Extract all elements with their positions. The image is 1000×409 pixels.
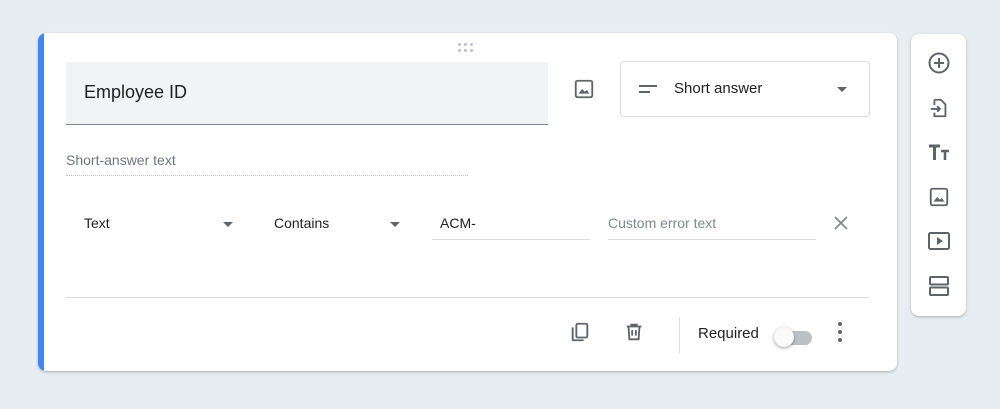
validation-condition-label: Contains xyxy=(274,215,330,231)
answer-placeholder: Short-answer text xyxy=(66,152,176,168)
custom-error-placeholder: Custom error text xyxy=(608,215,717,231)
answer-underline xyxy=(66,175,468,176)
question-title[interactable]: Employee ID xyxy=(84,82,187,103)
chevron-down-icon xyxy=(390,222,400,227)
add-title-icon xyxy=(929,144,949,160)
add-title-button[interactable] xyxy=(926,140,952,166)
add-section-button[interactable] xyxy=(926,273,952,299)
custom-error-input[interactable]: Custom error text xyxy=(608,207,816,240)
toggle-knob xyxy=(774,327,794,347)
drag-handle-icon[interactable] xyxy=(458,43,476,55)
add-video-button[interactable] xyxy=(926,228,952,254)
add-question-icon xyxy=(928,52,950,74)
import-questions-button[interactable] xyxy=(926,95,952,121)
image-icon xyxy=(574,79,594,99)
add-question-button[interactable] xyxy=(926,50,952,76)
validation-category-label: Text xyxy=(84,215,110,231)
trash-icon xyxy=(626,323,642,341)
validation-pattern-value: ACM- xyxy=(440,215,476,231)
question-type-label: Short answer xyxy=(674,80,763,97)
add-image-button[interactable] xyxy=(926,184,952,210)
footer-separator xyxy=(679,317,680,353)
required-toggle[interactable] xyxy=(774,326,816,348)
import-questions-icon xyxy=(930,98,947,118)
close-icon[interactable] xyxy=(833,215,849,231)
duplicate-button[interactable] xyxy=(568,320,592,344)
active-accent-bar xyxy=(38,33,44,371)
chevron-down-icon xyxy=(223,222,233,227)
copy-icon xyxy=(571,322,589,342)
validation-pattern-input[interactable]: ACM- xyxy=(432,207,590,240)
more-options-icon[interactable] xyxy=(834,321,846,343)
add-image-button[interactable] xyxy=(568,73,600,105)
footer-divider xyxy=(66,297,869,298)
add-section-icon xyxy=(929,276,949,296)
delete-button[interactable] xyxy=(622,320,646,344)
chevron-down-icon xyxy=(837,87,847,92)
short-answer-icon xyxy=(639,83,657,95)
question-type-dropdown[interactable]: Short answer xyxy=(620,61,870,117)
question-card[interactable]: Employee ID Short answer Short-answer te… xyxy=(38,33,897,371)
question-title-field[interactable]: Employee ID xyxy=(66,62,548,125)
add-image-icon xyxy=(929,187,949,207)
required-label: Required xyxy=(698,325,759,342)
add-video-icon xyxy=(928,232,950,250)
side-toolbar xyxy=(911,34,966,316)
